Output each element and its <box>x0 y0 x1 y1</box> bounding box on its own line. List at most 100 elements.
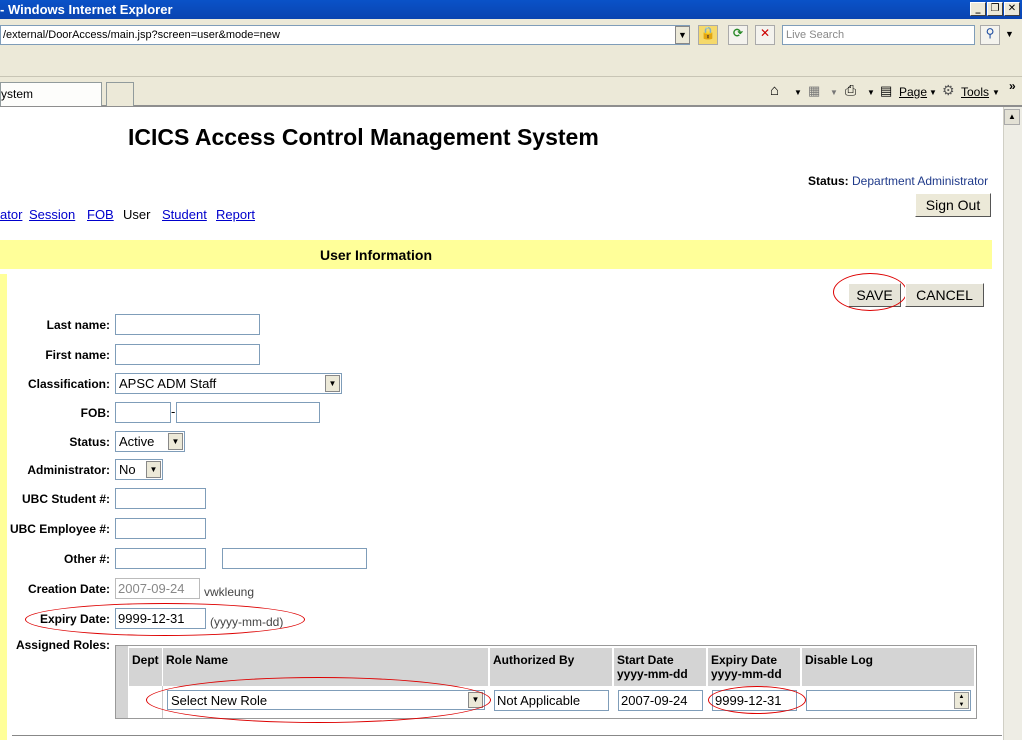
window-title: - Windows Internet Explorer <box>0 2 173 17</box>
created-by-user: vwkleung <box>204 585 255 599</box>
nav-link-report[interactable]: Report <box>216 207 255 222</box>
new-tab-button[interactable] <box>106 82 134 106</box>
creation-date-field: 2007-09-24 <box>115 578 200 599</box>
first-name-label: First name: <box>45 348 110 362</box>
header-authorized-by: Authorized By <box>490 648 613 686</box>
bottom-divider <box>12 735 1002 736</box>
tools-dropdown-icon[interactable]: ▼ <box>992 88 1000 97</box>
header-role-name-text: Role Name <box>166 653 229 667</box>
lock-icon[interactable]: 🔒 <box>698 25 718 45</box>
administrator-label: Administrator: <box>27 463 110 477</box>
nav-item-user-current: User <box>123 207 151 222</box>
page-dropdown-icon[interactable]: ▼ <box>929 88 937 97</box>
section-title: User Information <box>319 247 432 263</box>
nav-link-student[interactable]: Student <box>162 207 207 222</box>
status-select-value: Active <box>119 434 155 449</box>
search-options-icon[interactable]: ▼ <box>1005 29 1014 39</box>
header-authorized-by-text: Authorized By <box>493 653 575 667</box>
chevron-down-icon[interactable]: ▼ <box>146 461 161 478</box>
fob-prefix-input[interactable] <box>115 402 171 423</box>
status-select[interactable]: Active ▼ <box>115 431 185 452</box>
nav-link-administrator[interactable]: ator <box>0 207 22 222</box>
header-dept-text: Dept <box>132 653 159 667</box>
fob-number-input[interactable] <box>176 402 320 423</box>
save-highlight-annotation <box>833 273 907 311</box>
header-start-date: Start Date yyyy-mm-dd <box>614 648 707 686</box>
ubc-employee-input[interactable] <box>115 518 206 539</box>
first-name-input[interactable] <box>115 344 260 365</box>
status-label: Status: <box>808 174 849 188</box>
header-disable-log: Disable Log <box>802 648 975 686</box>
other-number-label: Other #: <box>63 552 110 566</box>
minimize-button[interactable]: _ <box>970 2 986 16</box>
nav-link-fob[interactable]: FOB <box>87 207 114 222</box>
disable-log-input[interactable] <box>806 690 971 711</box>
administrator-select[interactable]: No ▼ <box>115 459 163 480</box>
section-title-bar: User Information <box>0 240 992 269</box>
administrator-value: No <box>119 462 136 477</box>
nav-link-session[interactable]: Session <box>29 207 75 222</box>
status-field-label: Status: <box>69 435 110 449</box>
feeds-dropdown-icon[interactable]: ▼ <box>830 88 838 97</box>
page-menu[interactable]: Page <box>899 85 927 99</box>
stop-icon[interactable]: ✕ <box>755 25 775 45</box>
cancel-button[interactable]: CANCEL <box>905 283 984 307</box>
restore-button[interactable]: ❐ <box>987 2 1003 16</box>
header-dept: Dept <box>129 648 163 686</box>
expiry-highlight-annotation <box>25 603 305 636</box>
search-go-icon[interactable]: ⚲ <box>980 25 1000 45</box>
last-name-input[interactable] <box>115 314 260 335</box>
header-start-date-format: yyyy-mm-dd <box>617 667 688 681</box>
tab-row: ystem ⌂ ▼ ▦ ▼ ⎙ ▼ ▤ Page ▼ ⚙ Tools ▼ » <box>0 77 1022 107</box>
authorized-by-field[interactable]: Not Applicable <box>494 690 609 711</box>
status-line: Status: Department Administrator <box>808 174 988 188</box>
links-toolbar <box>0 51 1022 77</box>
tools-menu[interactable]: Tools <box>961 85 989 99</box>
chevron-down-icon[interactable]: ▼ <box>325 375 340 392</box>
left-highlight-strip <box>0 274 7 740</box>
fob-separator: - <box>171 404 176 419</box>
chevron-more-icon[interactable]: » <box>1009 79 1016 93</box>
address-toolbar: /external/DoorAccess/main.jsp?screen=use… <box>0 19 1022 51</box>
home-icon[interactable]: ⌂ <box>770 82 779 99</box>
page-icon[interactable]: ▤ <box>880 83 892 99</box>
print-icon[interactable]: ⎙ <box>845 82 856 99</box>
tab-current[interactable]: ystem <box>0 82 102 106</box>
address-dropdown-icon[interactable]: ▼ <box>675 26 690 44</box>
header-expiry-date-format: yyyy-mm-dd <box>711 667 782 681</box>
chevron-down-icon[interactable]: ▼ <box>168 433 183 450</box>
role-select-highlight-annotation <box>146 677 491 723</box>
sign-out-button[interactable]: Sign Out <box>915 193 991 217</box>
classification-label: Classification: <box>27 377 110 391</box>
refresh-icon[interactable]: ⟳ <box>728 25 748 45</box>
ubc-student-label: UBC Student #: <box>22 492 110 506</box>
classification-select[interactable]: APSC ADM Staff ▼ <box>115 373 342 394</box>
home-dropdown-icon[interactable]: ▼ <box>794 88 802 97</box>
other-number-extra-input[interactable] <box>222 548 367 569</box>
ubc-employee-label: UBC Employee #: <box>9 522 110 536</box>
ubc-student-input[interactable] <box>115 488 206 509</box>
live-search-input[interactable]: Live Search <box>782 25 975 45</box>
close-window-button[interactable]: ✕ <box>1004 2 1020 16</box>
window-title-bar: - Windows Internet Explorer <box>0 0 1022 19</box>
role-start-date-input[interactable]: 2007-09-24 <box>618 690 703 711</box>
scroll-up-icon[interactable]: ▲ <box>1004 109 1020 125</box>
tab-label: ystem <box>1 87 34 101</box>
header-start-date-text: Start Date <box>617 653 674 667</box>
header-expiry-date: Expiry Date yyyy-mm-dd <box>708 648 801 686</box>
disable-log-spinner-icon[interactable]: ▲ ▼ <box>954 692 969 709</box>
table-left-gutter <box>116 646 128 718</box>
header-disable-log-text: Disable Log <box>805 653 874 667</box>
feeds-icon[interactable]: ▦ <box>808 83 820 99</box>
tools-gear-icon[interactable]: ⚙ <box>942 82 955 99</box>
assigned-roles-label: Assigned Roles: <box>15 638 110 652</box>
address-bar[interactable]: /external/DoorAccess/main.jsp?screen=use… <box>0 25 690 45</box>
role-expiry-highlight-annotation <box>708 686 806 714</box>
vertical-scrollbar[interactable] <box>1003 107 1022 740</box>
other-number-input[interactable] <box>115 548 206 569</box>
print-dropdown-icon[interactable]: ▼ <box>867 88 875 97</box>
fob-label: FOB: <box>80 406 110 420</box>
creation-date-label: Creation Date: <box>27 582 110 596</box>
status-value: Department Administrator <box>852 174 989 188</box>
classification-value: APSC ADM Staff <box>119 376 217 391</box>
